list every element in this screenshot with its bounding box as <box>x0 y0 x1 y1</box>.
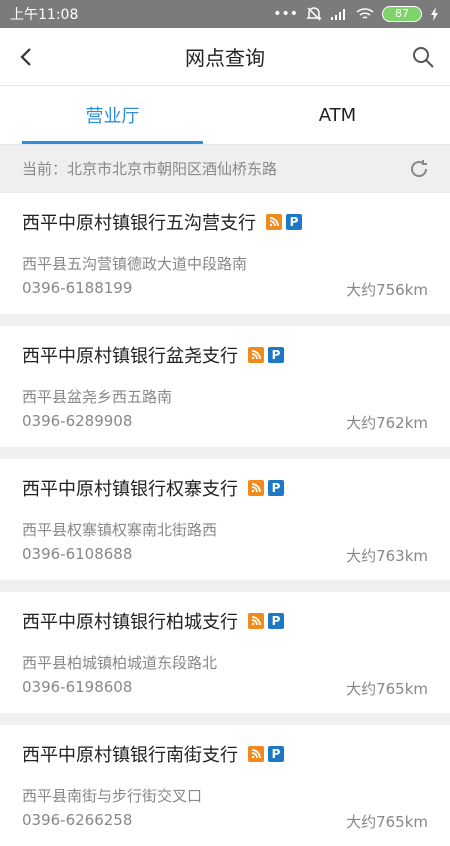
branch-address: 西平县柏城镇柏城道东段路北 <box>22 654 218 672</box>
branch-distance: 大约763km <box>346 547 428 565</box>
rss-icon <box>266 214 282 230</box>
branch-meta: 0396-6289908 大约762km <box>22 412 428 433</box>
mute-icon <box>306 7 322 21</box>
branch-meta: 0396-6188199 大约756km <box>22 279 428 300</box>
rss-icon <box>248 613 264 629</box>
tab-bar: 营业厅 ATM <box>0 86 450 145</box>
branch-distance: 大约765km <box>346 680 428 698</box>
signal-icon <box>331 9 345 20</box>
current-location: 当前：北京市北京市朝阳区酒仙桥东路 <box>22 160 278 178</box>
tab-atm[interactable]: ATM <box>225 86 450 144</box>
branch-phone[interactable]: 0396-6188199 <box>22 279 132 300</box>
charging-icon <box>431 7 438 21</box>
parking-icon: P <box>268 480 284 496</box>
branch-name: 西平中原村镇银行南街支行 <box>22 745 238 766</box>
branch-badges: P <box>248 480 284 496</box>
parking-icon: P <box>286 214 302 230</box>
tab-business-hall-label: 营业厅 <box>85 106 140 127</box>
tab-atm-label: ATM <box>318 104 357 126</box>
branch-header: 西平中原村镇银行柏城支行 P <box>22 608 428 634</box>
status-time: 上午11:08 <box>10 7 79 23</box>
tab-business-hall[interactable]: 营业厅 <box>0 86 225 144</box>
status-icons: ••• 87 <box>273 6 440 22</box>
location-bar: 当前：北京市北京市朝阳区酒仙桥东路 <box>0 145 450 193</box>
branch-distance: 大约756km <box>346 281 428 299</box>
rss-icon <box>248 746 264 762</box>
branch-badges: P <box>266 214 302 230</box>
branch-header: 西平中原村镇银行盆尧支行 P <box>22 342 428 368</box>
branch-meta: 0396-6108688 大约763km <box>22 545 428 566</box>
branch-address: 西平县盆尧乡西五路南 <box>22 388 173 406</box>
back-icon <box>20 47 31 66</box>
branch-phone[interactable]: 0396-6266258 <box>22 811 132 832</box>
status-bar: 上午11:08 ••• 87 <box>0 0 450 28</box>
search-icon <box>413 46 434 68</box>
branch-header: 西平中原村镇银行五沟营支行 P <box>22 209 428 235</box>
branch-meta: 0396-6266258 大约765km <box>22 811 428 832</box>
battery-icon: 87 <box>382 6 422 22</box>
branch-phone[interactable]: 0396-6198608 <box>22 678 132 699</box>
branch-card-5[interactable]: 西平中原村镇银行南街支行 P 西平县南街与步行街交叉口 0396-6266258… <box>0 725 450 846</box>
branch-card-4[interactable]: 西平中原村镇银行柏城支行 P 西平县柏城镇柏城道东段路北 0396-619860… <box>0 592 450 713</box>
branch-name: 西平中原村镇银行柏城支行 <box>22 612 238 633</box>
branch-meta: 0396-6198608 大约765km <box>22 678 428 699</box>
branch-badges: P <box>248 347 284 363</box>
back-button[interactable] <box>10 40 44 74</box>
branch-distance: 大约762km <box>346 414 428 432</box>
rss-icon <box>248 347 264 363</box>
branch-card-1[interactable]: 西平中原村镇银行五沟营支行 P 西平县五沟营镇德政大道中段路南 0396-618… <box>0 193 450 314</box>
branch-list: 西平中原村镇银行五沟营支行 P 西平县五沟营镇德政大道中段路南 0396-618… <box>0 193 450 846</box>
branch-header: 西平中原村镇银行南街支行 P <box>22 741 428 767</box>
branch-badges: P <box>248 746 284 762</box>
branch-address: 西平县南街与步行街交叉口 <box>22 787 203 805</box>
parking-icon: P <box>268 347 284 363</box>
refresh-icon <box>411 159 428 177</box>
branch-card-3[interactable]: 西平中原村镇银行权寨支行 P 西平县权寨镇权寨南北街路西 0396-610868… <box>0 459 450 580</box>
refresh-location-button[interactable] <box>402 152 436 186</box>
branch-header: 西平中原村镇银行权寨支行 P <box>22 475 428 501</box>
wifi-icon <box>356 8 374 19</box>
search-button[interactable] <box>406 40 440 74</box>
branch-address: 西平县权寨镇权寨南北街路西 <box>22 521 218 539</box>
branch-phone[interactable]: 0396-6289908 <box>22 412 132 433</box>
top-nav: 网点查询 <box>0 28 450 86</box>
branch-badges: P <box>248 613 284 629</box>
branch-card-2[interactable]: 西平中原村镇银行盆尧支行 P 西平县盆尧乡西五路南 0396-6289908 大… <box>0 326 450 447</box>
page-title: 网点查询 <box>185 46 265 70</box>
rss-icon <box>248 480 264 496</box>
branch-name: 西平中原村镇银行盆尧支行 <box>22 346 238 367</box>
branch-name: 西平中原村镇银行权寨支行 <box>22 479 238 500</box>
branch-address: 西平县五沟营镇德政大道中段路南 <box>22 255 248 273</box>
parking-icon: P <box>268 613 284 629</box>
branch-phone[interactable]: 0396-6108688 <box>22 545 132 566</box>
branch-name: 西平中原村镇银行五沟营支行 <box>22 213 256 234</box>
parking-icon: P <box>268 746 284 762</box>
branch-distance: 大约765km <box>346 813 428 831</box>
more-icon: ••• <box>273 6 298 22</box>
